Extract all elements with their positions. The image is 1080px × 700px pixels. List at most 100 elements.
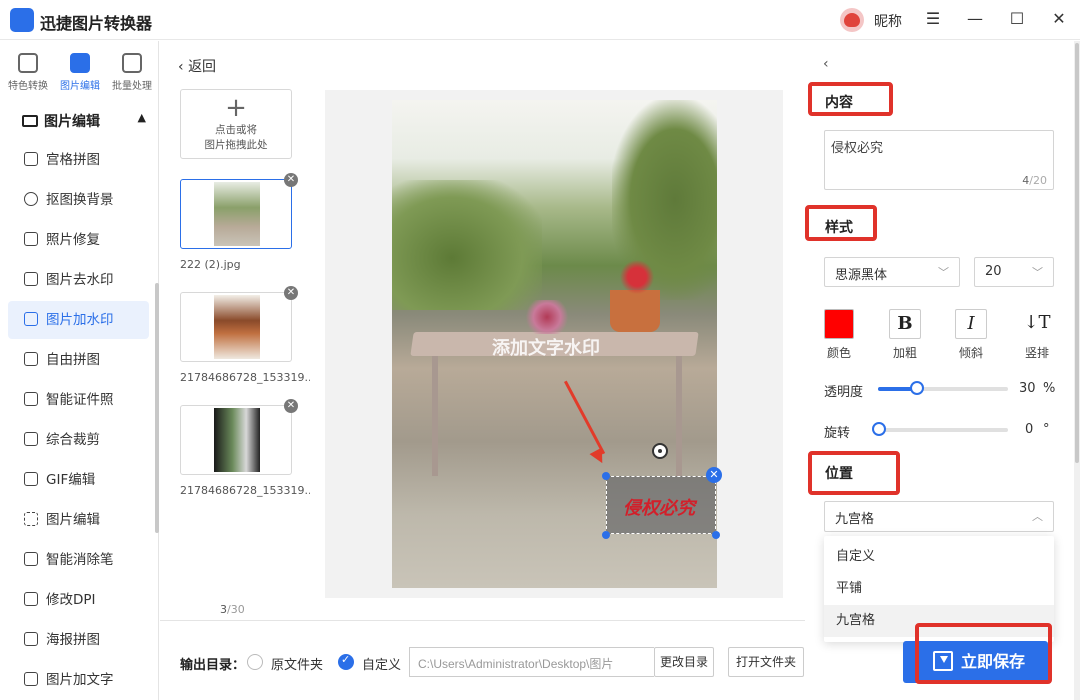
avatar[interactable] [840,8,864,32]
vertical-text-button[interactable]: ↓T [1021,309,1053,339]
sidebar-item-eraser[interactable]: 智能消除笔 [8,541,149,579]
position-select[interactable]: 九宫格 ︿ [824,501,1054,532]
sidebar-item-label: 自由拼图 [46,352,100,368]
title-bar: 迅捷图片转换器 昵称 ☰ — ☐ ✕ [0,0,1080,40]
sidebar-item-id-photo[interactable]: 智能证件照 [8,381,149,419]
nickname-link[interactable]: 昵称 [874,11,902,31]
tab-image-edit[interactable]: 图片编辑 [54,53,106,92]
remove-watermark-icon [24,272,38,286]
sidebar-item-dpi[interactable]: 修改DPI [8,581,149,619]
content-header: 内容 [825,95,853,111]
char-counter: 4/20 [1022,174,1047,187]
gif-icon [24,472,38,486]
open-folder-button[interactable]: 打开文件夹 [728,647,804,677]
counter-total: /30 [227,603,245,616]
radio-original-label: 原文件夹 [271,658,324,673]
cutout-icon [24,192,38,206]
tab-label: 图片编辑 [60,81,100,92]
photo-pot [610,290,660,332]
close-icon[interactable]: ✕ [1050,10,1068,28]
section-header-image-edit[interactable]: 图片编辑 ▲ [22,111,152,131]
maximize-icon[interactable]: ☐ [1008,10,1026,28]
position-option-custom[interactable]: 自定义 [824,541,1054,573]
file-thumbnail[interactable]: ✕ [180,286,298,362]
resize-handle[interactable] [712,531,720,539]
sidebar-scrollbar[interactable] [155,283,159,533]
poster-icon [24,632,38,646]
rotate-handle-icon[interactable] [652,443,668,459]
change-directory-button[interactable]: 更改目录 [654,647,714,677]
color-swatch[interactable] [824,309,854,339]
image-edit-icon [70,53,90,73]
watermark-text-input[interactable]: 侵权必究 4/20 [824,130,1054,190]
opacity-unit: % [1043,381,1056,396]
convert-icon [18,53,38,73]
rotate-value: 0 [1025,422,1034,437]
sidebar-item-remove-watermark[interactable]: 图片去水印 [8,261,149,299]
output-label: 输出目录： [180,658,246,673]
tab-label: 特色转换 [8,81,48,92]
rotate-slider[interactable] [872,422,1008,436]
rotate-slider-thumb[interactable] [872,422,886,436]
minimize-icon[interactable]: — [966,10,984,28]
sidebar-item-image-edit[interactable]: 图片编辑 [8,501,149,539]
highlight-box-position [808,451,900,495]
opacity-slider-thumb[interactable] [910,381,924,395]
collapse-panel-icon[interactable]: ‹ [823,56,829,72]
file-thumbnail[interactable]: ✕ [180,399,298,475]
sidebar-item-poster[interactable]: 海报拼图 [8,621,149,659]
batch-icon [122,53,142,73]
file-thumbnail[interactable]: ✕ [180,173,298,249]
remove-file-icon[interactable]: ✕ [284,173,298,187]
radio-custom-label: 自定义 [362,658,402,673]
output-path-input[interactable]: C:\Users\Administrator\Desktop\图片 [409,647,654,677]
sidebar-item-grid[interactable]: 宫格拼图 [8,141,149,179]
font-select[interactable]: 思源黑体 ﹀ [824,257,960,287]
color-swatch-fill [827,312,851,336]
sidebar-item-crop[interactable]: 综合裁剪 [8,421,149,459]
remove-file-icon[interactable]: ✕ [284,286,298,300]
sidebar-item-add-watermark[interactable]: 图片加水印 [8,301,149,339]
tab-label: 批量处理 [112,81,152,92]
font-size-select[interactable]: 20 ﹀ [974,257,1054,287]
thumbnail-image [214,182,260,246]
watermark-box[interactable]: 侵权必究 [606,476,716,534]
position-header: 位置 [825,466,853,482]
add-text-line1: 点击或将 [215,124,257,136]
delete-watermark-icon[interactable]: ✕ [706,467,722,483]
highlight-box-save [915,623,1052,684]
sidebar-item-cutout[interactable]: 抠图换背景 [8,181,149,219]
sidebar-item-gif[interactable]: GIF编辑 [8,461,149,499]
photo-vase [522,300,572,334]
file-name: 222 (2).jpg [180,258,241,271]
sidebar-item-repair[interactable]: 照片修复 [8,221,149,259]
preset-watermark[interactable]: 添加文字水印 [492,334,600,360]
position-option-tile[interactable]: 平铺 [824,573,1054,605]
sidebar-item-collage[interactable]: 自由拼图 [8,341,149,379]
radio-original-folder[interactable] [247,654,263,670]
tab-feature-convert[interactable]: 特色转换 [2,53,54,92]
back-label: 返回 [188,59,217,75]
resize-handle[interactable] [602,531,610,539]
sidebar: 特色转换 图片编辑 批量处理 图片编辑 ▲ 宫格拼图 抠图换背景 照片修复 图片… [0,41,159,700]
sidebar-item-add-text[interactable]: 图片加文字 [8,661,149,699]
remove-file-icon[interactable]: ✕ [284,399,298,413]
chevron-down-icon: ﹀ [938,266,949,279]
bold-button[interactable]: B [889,309,921,339]
add-watermark-icon [24,312,38,326]
menu-icon[interactable]: ☰ [924,10,942,28]
tab-batch[interactable]: 批量处理 [106,53,158,92]
radio-custom-folder[interactable] [338,653,354,670]
vertical-label: 竖排 [1024,346,1049,360]
app-title: 迅捷图片转换器 [40,14,153,33]
sidebar-item-label: 图片去水印 [46,272,114,288]
resize-handle[interactable] [602,472,610,480]
back-button[interactable]: ‹ 返回 [178,56,216,76]
position-value: 九宫格 [835,512,875,527]
italic-button[interactable]: I [955,309,987,339]
panel-scrollbar[interactable] [1074,41,1080,700]
add-image-dropzone[interactable]: + 点击或将 图片拖拽此处 [180,89,292,159]
opacity-slider[interactable] [878,381,1008,395]
panel-scrollbar-thumb[interactable] [1075,43,1079,463]
italic-label: 倾斜 [958,346,983,360]
